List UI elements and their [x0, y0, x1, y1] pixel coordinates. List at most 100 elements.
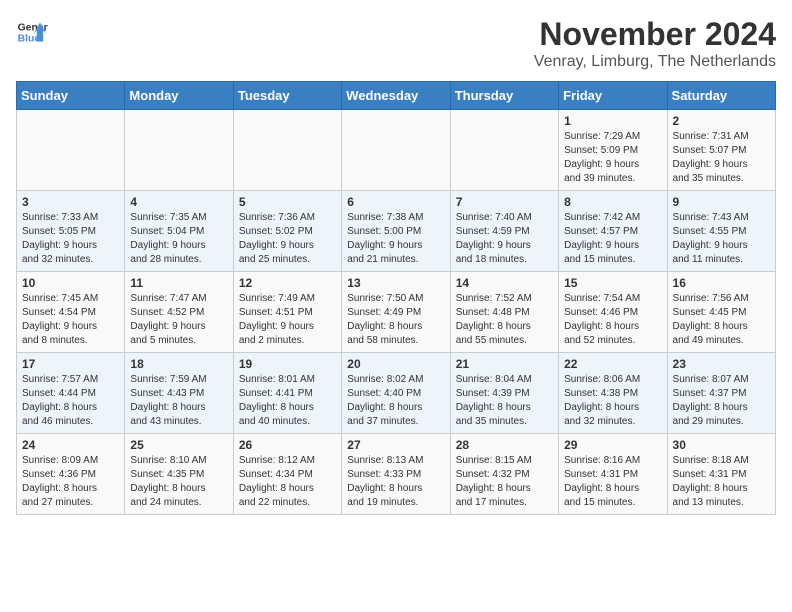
- day-info: Sunrise: 7:36 AM Sunset: 5:02 PM Dayligh…: [239, 211, 336, 267]
- page-subtitle: Venray, Limburg, The Netherlands: [534, 53, 776, 71]
- day-info: Sunrise: 8:12 AM Sunset: 4:34 PM Dayligh…: [239, 454, 336, 510]
- day-number: 6: [347, 195, 444, 209]
- header-wednesday: Wednesday: [342, 82, 450, 110]
- day-number: 17: [22, 357, 119, 371]
- day-info: Sunrise: 8:06 AM Sunset: 4:38 PM Dayligh…: [564, 373, 661, 429]
- day-number: 21: [456, 357, 553, 371]
- day-number: 29: [564, 438, 661, 452]
- calendar-week-5: 24 Sunrise: 8:09 AM Sunset: 4:36 PM Dayli…: [17, 434, 776, 515]
- calendar-week-2: 3 Sunrise: 7:33 AM Sunset: 5:05 PM Daylig…: [17, 191, 776, 272]
- calendar-cell: 18 Sunrise: 7:59 AM Sunset: 4:43 PM Dayli…: [125, 353, 233, 434]
- day-info: Sunrise: 7:35 AM Sunset: 5:04 PM Dayligh…: [130, 211, 227, 267]
- day-info: Sunrise: 7:56 AM Sunset: 4:45 PM Dayligh…: [673, 292, 770, 348]
- header-saturday: Saturday: [667, 82, 775, 110]
- calendar-cell: [233, 110, 341, 191]
- day-number: 5: [239, 195, 336, 209]
- day-number: 30: [673, 438, 770, 452]
- title-area: November 2024 Venray, Limburg, The Nethe…: [534, 16, 776, 71]
- day-info: Sunrise: 7:47 AM Sunset: 4:52 PM Dayligh…: [130, 292, 227, 348]
- calendar-cell: [342, 110, 450, 191]
- calendar-cell: 29 Sunrise: 8:16 AM Sunset: 4:31 PM Dayli…: [559, 434, 667, 515]
- day-number: 8: [564, 195, 661, 209]
- day-info: Sunrise: 7:52 AM Sunset: 4:48 PM Dayligh…: [456, 292, 553, 348]
- logo-icon: General Blue: [16, 16, 48, 48]
- day-info: Sunrise: 7:54 AM Sunset: 4:46 PM Dayligh…: [564, 292, 661, 348]
- day-number: 16: [673, 276, 770, 290]
- day-number: 18: [130, 357, 227, 371]
- day-info: Sunrise: 8:09 AM Sunset: 4:36 PM Dayligh…: [22, 454, 119, 510]
- day-info: Sunrise: 8:18 AM Sunset: 4:31 PM Dayligh…: [673, 454, 770, 510]
- svg-text:General: General: [18, 22, 48, 33]
- calendar-cell: 19 Sunrise: 8:01 AM Sunset: 4:41 PM Dayli…: [233, 353, 341, 434]
- day-number: 2: [673, 114, 770, 128]
- calendar-week-1: 1 Sunrise: 7:29 AM Sunset: 5:09 PM Daylig…: [17, 110, 776, 191]
- calendar-cell: 15 Sunrise: 7:54 AM Sunset: 4:46 PM Dayli…: [559, 272, 667, 353]
- calendar-cell: 20 Sunrise: 8:02 AM Sunset: 4:40 PM Dayli…: [342, 353, 450, 434]
- day-info: Sunrise: 7:49 AM Sunset: 4:51 PM Dayligh…: [239, 292, 336, 348]
- calendar-cell: [450, 110, 558, 191]
- day-info: Sunrise: 7:33 AM Sunset: 5:05 PM Dayligh…: [22, 211, 119, 267]
- header-tuesday: Tuesday: [233, 82, 341, 110]
- day-info: Sunrise: 7:42 AM Sunset: 4:57 PM Dayligh…: [564, 211, 661, 267]
- calendar-cell: 25Sunrise: 8:10 AM Sunset: 4:35 PM Dayli…: [125, 434, 233, 515]
- day-info: Sunrise: 7:43 AM Sunset: 4:55 PM Dayligh…: [673, 211, 770, 267]
- day-info: Sunrise: 7:38 AM Sunset: 5:00 PM Dayligh…: [347, 211, 444, 267]
- header-sunday: Sunday: [17, 82, 125, 110]
- day-number: 22: [564, 357, 661, 371]
- day-number: 27: [347, 438, 444, 452]
- day-info: Sunrise: 8:07 AM Sunset: 4:37 PM Dayligh…: [673, 373, 770, 429]
- day-number: 4: [130, 195, 227, 209]
- day-info: Sunrise: 7:57 AM Sunset: 4:44 PM Dayligh…: [22, 373, 119, 429]
- calendar-cell: 26Sunrise: 8:12 AM Sunset: 4:34 PM Dayli…: [233, 434, 341, 515]
- day-number: 9: [673, 195, 770, 209]
- day-number: 12: [239, 276, 336, 290]
- day-info: Sunrise: 8:01 AM Sunset: 4:41 PM Dayligh…: [239, 373, 336, 429]
- day-number: 24: [22, 438, 119, 452]
- day-number: 3: [22, 195, 119, 209]
- calendar-cell: 24 Sunrise: 8:09 AM Sunset: 4:36 PM Dayli…: [17, 434, 125, 515]
- header: General Blue November 2024 Venray, Limbu…: [16, 16, 776, 71]
- calendar-cell: 10Sunrise: 7:45 AM Sunset: 4:54 PM Dayli…: [17, 272, 125, 353]
- calendar-cell: 5 Sunrise: 7:36 AM Sunset: 5:02 PM Daylig…: [233, 191, 341, 272]
- day-info: Sunrise: 7:50 AM Sunset: 4:49 PM Dayligh…: [347, 292, 444, 348]
- day-number: 1: [564, 114, 661, 128]
- calendar-cell: 12 Sunrise: 7:49 AM Sunset: 4:51 PM Dayli…: [233, 272, 341, 353]
- day-number: 28: [456, 438, 553, 452]
- calendar-cell: 21 Sunrise: 8:04 AM Sunset: 4:39 PM Dayli…: [450, 353, 558, 434]
- day-info: Sunrise: 7:59 AM Sunset: 4:43 PM Dayligh…: [130, 373, 227, 429]
- calendar-cell: 3 Sunrise: 7:33 AM Sunset: 5:05 PM Daylig…: [17, 191, 125, 272]
- calendar-cell: 2 Sunrise: 7:31 AM Sunset: 5:07 PM Daylig…: [667, 110, 775, 191]
- header-monday: Monday: [125, 82, 233, 110]
- calendar-cell: 1 Sunrise: 7:29 AM Sunset: 5:09 PM Daylig…: [559, 110, 667, 191]
- day-number: 19: [239, 357, 336, 371]
- day-info: Sunrise: 7:31 AM Sunset: 5:07 PM Dayligh…: [673, 130, 770, 186]
- header-thursday: Thursday: [450, 82, 558, 110]
- calendar-cell: 30 Sunrise: 8:18 AM Sunset: 4:31 PM Dayli…: [667, 434, 775, 515]
- day-info: Sunrise: 8:04 AM Sunset: 4:39 PM Dayligh…: [456, 373, 553, 429]
- day-number: 10: [22, 276, 119, 290]
- day-number: 23: [673, 357, 770, 371]
- header-friday: Friday: [559, 82, 667, 110]
- day-info: Sunrise: 8:15 AM Sunset: 4:32 PM Dayligh…: [456, 454, 553, 510]
- day-number: 13: [347, 276, 444, 290]
- calendar-cell: 11Sunrise: 7:47 AM Sunset: 4:52 PM Dayli…: [125, 272, 233, 353]
- calendar-cell: [17, 110, 125, 191]
- day-info: Sunrise: 8:13 AM Sunset: 4:33 PM Dayligh…: [347, 454, 444, 510]
- day-info: Sunrise: 7:29 AM Sunset: 5:09 PM Dayligh…: [564, 130, 661, 186]
- day-info: Sunrise: 7:40 AM Sunset: 4:59 PM Dayligh…: [456, 211, 553, 267]
- calendar-cell: 16 Sunrise: 7:56 AM Sunset: 4:45 PM Dayli…: [667, 272, 775, 353]
- calendar-week-4: 17 Sunrise: 7:57 AM Sunset: 4:44 PM Dayli…: [17, 353, 776, 434]
- calendar-cell: 27 Sunrise: 8:13 AM Sunset: 4:33 PM Dayli…: [342, 434, 450, 515]
- day-number: 20: [347, 357, 444, 371]
- day-number: 7: [456, 195, 553, 209]
- page-title: November 2024: [534, 16, 776, 53]
- calendar-cell: 4 Sunrise: 7:35 AM Sunset: 5:04 PM Daylig…: [125, 191, 233, 272]
- day-info: Sunrise: 8:16 AM Sunset: 4:31 PM Dayligh…: [564, 454, 661, 510]
- day-number: 15: [564, 276, 661, 290]
- calendar-cell: 13 Sunrise: 7:50 AM Sunset: 4:49 PM Dayli…: [342, 272, 450, 353]
- day-info: Sunrise: 8:02 AM Sunset: 4:40 PM Dayligh…: [347, 373, 444, 429]
- day-info: Sunrise: 8:10 AM Sunset: 4:35 PM Dayligh…: [130, 454, 227, 510]
- calendar-table: SundayMondayTuesdayWednesdayThursdayFrid…: [16, 81, 776, 515]
- calendar-cell: 6 Sunrise: 7:38 AM Sunset: 5:00 PM Daylig…: [342, 191, 450, 272]
- day-number: 14: [456, 276, 553, 290]
